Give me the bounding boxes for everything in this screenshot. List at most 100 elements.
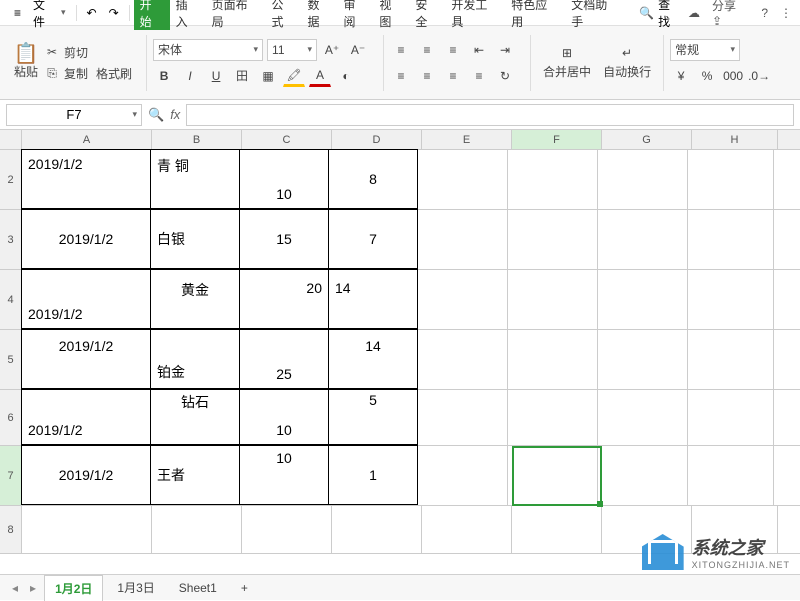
cell-E6[interactable] [418,390,508,445]
underline-icon[interactable]: U [205,65,227,87]
more-icon[interactable]: ⋮ [780,6,792,20]
cell-G7[interactable] [598,446,688,505]
cell-D2[interactable]: 8 [328,149,418,209]
col-A[interactable]: A [22,130,152,149]
align-left-icon[interactable]: ≡ [390,65,412,87]
tab-home[interactable]: 开始 [134,0,170,30]
cell-C4[interactable]: 20 [239,269,329,329]
tab-insert[interactable]: 插入 [170,0,206,30]
cell-E8[interactable] [422,506,512,553]
tab-view[interactable]: 视图 [373,0,409,30]
cell-C6[interactable]: 10 [239,389,329,445]
indent-inc-icon[interactable]: ⇥ [494,39,516,61]
cell-G3[interactable] [598,210,688,269]
col-E[interactable]: E [422,130,512,149]
search-button[interactable]: 🔍 查找 [633,0,688,30]
col-F[interactable]: F [512,130,602,149]
rowhdr-2[interactable]: 2 [0,150,22,209]
rowhdr-5[interactable]: 5 [0,330,22,389]
increase-font-icon[interactable]: A⁺ [321,39,343,61]
cell-B8[interactable] [152,506,242,553]
cell-G5[interactable] [598,330,688,389]
merge-button[interactable]: ⊞ 合并居中 [537,41,597,84]
rowhdr-7[interactable]: 7 [0,446,22,505]
col-G[interactable]: G [602,130,692,149]
cell-E7[interactable] [418,446,508,505]
cell-F7[interactable] [508,446,598,505]
border-icon[interactable]: 田 [231,65,253,87]
cell-F6[interactable] [508,390,598,445]
cell-B4[interactable]: 黄金 [150,269,240,329]
cell-A5[interactable]: 2019/1/2 [21,329,151,389]
dec-inc-icon[interactable]: .0→ [748,65,770,87]
col-H[interactable]: H [692,130,778,149]
wrap-button[interactable]: ↵ 自动换行 [597,41,657,84]
cell-F2[interactable] [508,150,598,209]
cell-E2[interactable] [418,150,508,209]
tab-review[interactable]: 审阅 [337,0,373,30]
sheet-tab[interactable]: 1月3日 [107,575,164,600]
file-menu[interactable]: 文件 ▾ [27,0,72,30]
cell-D4[interactable]: 14 [328,269,418,329]
cell-B7[interactable]: 王者 [150,445,240,505]
cell-G4[interactable] [598,270,688,329]
fx-icon[interactable]: fx [170,107,180,122]
format-painter[interactable]: 格式刷 [96,65,132,82]
cell-D8[interactable] [332,506,422,553]
sheet-tab[interactable]: Sheet1 [169,577,227,599]
rowhdr-4[interactable]: 4 [0,270,22,329]
cell-E4[interactable] [418,270,508,329]
cut-label[interactable]: 剪切 [64,44,88,61]
cell-F3[interactable] [508,210,598,269]
align-mid-icon[interactable]: ≡ [416,39,438,61]
indent-dec-icon[interactable]: ⇤ [468,39,490,61]
font-size-select[interactable]: 11▾ [267,39,317,61]
help-icon[interactable]: ? [761,6,768,20]
tab-dev[interactable]: 开发工具 [445,0,505,30]
italic-icon[interactable]: I [179,65,201,87]
cell-C2[interactable]: 10 [239,149,329,209]
cell-B2[interactable]: 青 铜 [150,149,240,209]
align-bot-icon[interactable]: ≡ [442,39,464,61]
cell-H4[interactable] [688,270,774,329]
orientation-icon[interactable]: ↻ [494,65,516,87]
cell-B3[interactable]: 白银 [150,209,240,269]
cell-D3[interactable]: 7 [328,209,418,269]
cell-D7[interactable]: 1 [328,445,418,505]
col-C[interactable]: C [242,130,332,149]
cell-F8[interactable] [512,506,602,553]
select-all-corner[interactable] [0,130,22,149]
cell-F5[interactable] [508,330,598,389]
cell-A2[interactable]: 2019/1/2 [21,149,151,209]
cell-D6[interactable]: 5 [328,389,418,445]
rowhdr-8[interactable]: 8 [0,506,22,553]
cut-icon[interactable]: ✂ [44,44,60,60]
align-top-icon[interactable]: ≡ [390,39,412,61]
cell-H6[interactable] [688,390,774,445]
align-center-icon[interactable]: ≡ [416,65,438,87]
cell-C3[interactable]: 15 [239,209,329,269]
cell-G6[interactable] [598,390,688,445]
redo-icon[interactable]: ↷ [103,6,125,20]
col-D[interactable]: D [332,130,422,149]
cell-A8[interactable] [22,506,152,553]
cloud-icon[interactable]: ☁ [688,6,700,20]
cell-B6[interactable]: 钻石 [150,389,240,445]
copy-icon[interactable]: ⎘ [44,65,60,81]
tab-layout[interactable]: 页面布局 [206,0,266,30]
cell-H5[interactable] [688,330,774,389]
cell-F4[interactable] [508,270,598,329]
font-color-icon[interactable]: A [309,65,331,87]
col-B[interactable]: B [152,130,242,149]
cell-C5[interactable]: 25 [239,329,329,389]
cell-E5[interactable] [418,330,508,389]
cell-H3[interactable] [688,210,774,269]
rowhdr-3[interactable]: 3 [0,210,22,269]
bold-icon[interactable]: B [153,65,175,87]
hamburger-icon[interactable]: ≡ [8,6,27,20]
formula-input[interactable] [186,104,794,126]
share-button[interactable]: 分享 ⇪ [712,0,749,28]
name-box[interactable]: F7 ▾ [6,104,142,126]
justify-icon[interactable]: ≡ [468,65,490,87]
eyedropper-icon[interactable]: ◐ [335,65,357,87]
